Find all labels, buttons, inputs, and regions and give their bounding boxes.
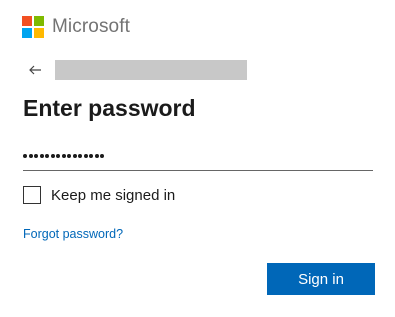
password-dot: [83, 154, 88, 158]
identity-redacted: [55, 60, 247, 80]
back-arrow-icon[interactable]: [27, 62, 43, 78]
password-dot: [61, 154, 66, 158]
keep-signed-in[interactable]: Keep me signed in: [23, 186, 175, 204]
password-dot: [72, 154, 77, 158]
microsoft-logo-icon: [22, 16, 44, 38]
brand-name: Microsoft: [52, 16, 130, 37]
password-dot: [39, 154, 44, 158]
password-dot: [28, 154, 33, 158]
password-dot: [100, 154, 104, 158]
microsoft-logo: Microsoft: [22, 16, 130, 38]
password-dot: [94, 154, 99, 158]
password-dot: [23, 154, 27, 158]
password-mask: [23, 154, 104, 158]
password-dot: [45, 154, 49, 158]
password-dot: [89, 154, 93, 158]
password-dot: [67, 154, 71, 158]
password-dot: [78, 154, 82, 158]
password-dot: [34, 154, 38, 158]
sign-in-button[interactable]: Sign in: [267, 263, 375, 295]
page-title: Enter password: [23, 95, 196, 121]
password-dot: [50, 154, 55, 158]
password-field[interactable]: [23, 140, 373, 171]
forgot-password-link[interactable]: Forgot password?: [23, 227, 123, 241]
keep-signed-in-checkbox[interactable]: [23, 186, 41, 204]
keep-signed-in-label: Keep me signed in: [51, 186, 176, 204]
password-dot: [56, 154, 60, 158]
identity-row: [27, 60, 247, 80]
